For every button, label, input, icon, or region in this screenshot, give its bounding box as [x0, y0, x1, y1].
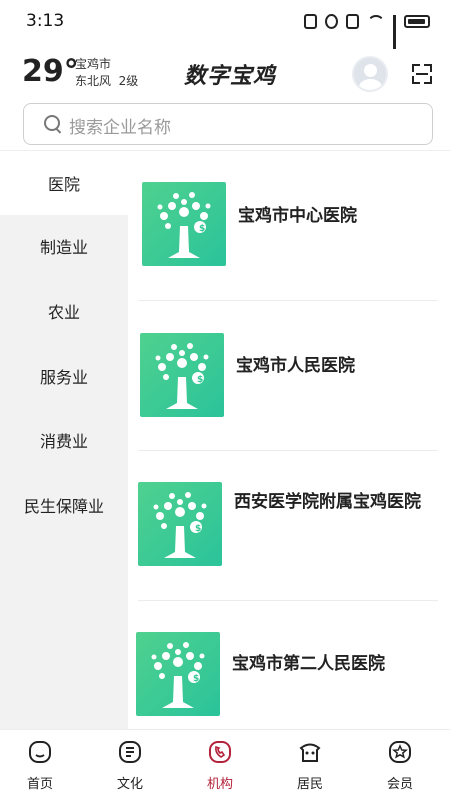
status-time: 3:13: [26, 11, 65, 31]
signal-icon: [393, 14, 396, 49]
header: 29° 宝鸡市 东北风 2级 数字宝鸡: [0, 46, 450, 102]
list-item[interactable]: $ 宝鸡市中心医院: [128, 151, 450, 301]
battery-icon: [404, 15, 430, 28]
sidebar-item-label: 制造业: [39, 238, 88, 257]
nav-label: 文化: [116, 777, 143, 792]
list-item[interactable]: $ 宝鸡市第二人民医院: [128, 601, 450, 729]
search-icon: [44, 115, 60, 131]
money-tree-icon: $: [136, 632, 220, 716]
sidebar-item-consumer[interactable]: 消费业: [0, 408, 128, 472]
sidebar-item-services[interactable]: 服务业: [0, 344, 128, 408]
list-item-title: 宝鸡市中心医院: [238, 206, 357, 226]
nfc-icon: [304, 14, 317, 29]
home-icon: [29, 741, 51, 763]
member-icon: [389, 741, 411, 763]
sidebar-item-agriculture[interactable]: 农业: [0, 279, 128, 343]
weather-info: 宝鸡市 东北风 2级: [75, 56, 138, 90]
weather-wind: 东北风 2级: [75, 74, 139, 88]
wifi-icon: [367, 14, 385, 29]
money-tree-icon: $: [142, 182, 226, 266]
sidebar-item-livelihood[interactable]: 民生保障业: [0, 473, 128, 537]
svg-text:$: $: [193, 674, 199, 684]
search-placeholder: 搜索企业名称: [69, 118, 171, 138]
search-input[interactable]: 搜索企业名称: [23, 103, 433, 145]
sidebar-item-label: 消费业: [39, 432, 88, 451]
nav-label: 首页: [26, 777, 53, 792]
sidebar-item-manufacturing[interactable]: 制造业: [0, 214, 128, 278]
sidebar-item-label: 服务业: [39, 368, 88, 387]
nav-label: 居民: [296, 777, 323, 792]
list-item-title: 宝鸡市人民医院: [236, 356, 355, 376]
organization-list: $ 宝鸡市中心医院 $ 宝鸡市人民医院 $ 西安医学院附属宝鸡医院 $ 宝鸡市第…: [128, 151, 450, 729]
avatar[interactable]: [352, 56, 388, 92]
nav-label: 会员: [386, 777, 413, 792]
status-icons: [304, 14, 430, 49]
list-item-title: 宝鸡市第二人民医院: [232, 654, 385, 674]
scan-icon[interactable]: [412, 64, 432, 84]
phone-icon: [209, 741, 231, 763]
residents-icon: [299, 743, 321, 762]
svg-text:$: $: [199, 224, 205, 234]
weather-city: 宝鸡市: [75, 57, 112, 71]
app-brand: 数字宝鸡: [184, 63, 277, 89]
svg-text:$: $: [197, 375, 203, 385]
temperature: 29°: [22, 54, 79, 89]
sidebar-item-label: 农业: [47, 303, 80, 322]
category-sidebar: 医院 制造业 农业 服务业 消费业 民生保障业: [0, 151, 128, 729]
money-tree-icon: $: [138, 482, 222, 566]
culture-icon: [119, 741, 141, 763]
vibrate-icon: [346, 14, 359, 29]
nav-institutions[interactable]: 机构: [175, 730, 265, 800]
alarm-icon: [325, 14, 338, 29]
list-item[interactable]: $ 西安医学院附属宝鸡医院: [128, 451, 450, 601]
list-item[interactable]: $ 宝鸡市人民医院: [128, 301, 450, 451]
svg-text:$: $: [195, 524, 201, 534]
sidebar-item-label: 医院: [47, 175, 80, 194]
status-bar: 3:13: [0, 0, 450, 49]
sidebar-item-label: 民生保障业: [23, 497, 104, 516]
sidebar-item-hospital[interactable]: 医院: [0, 151, 128, 215]
nav-home[interactable]: 首页: [0, 730, 85, 800]
nav-culture[interactable]: 文化: [85, 730, 175, 800]
nav-member[interactable]: 会员: [355, 730, 445, 800]
nav-label: 机构: [206, 777, 233, 792]
money-tree-icon: $: [140, 333, 224, 417]
nav-residents[interactable]: 居民: [265, 730, 355, 800]
bottom-nav: 首页 文化 机构 居民 会员: [0, 729, 450, 800]
list-item-title: 西安医学院附属宝鸡医院: [234, 492, 421, 512]
